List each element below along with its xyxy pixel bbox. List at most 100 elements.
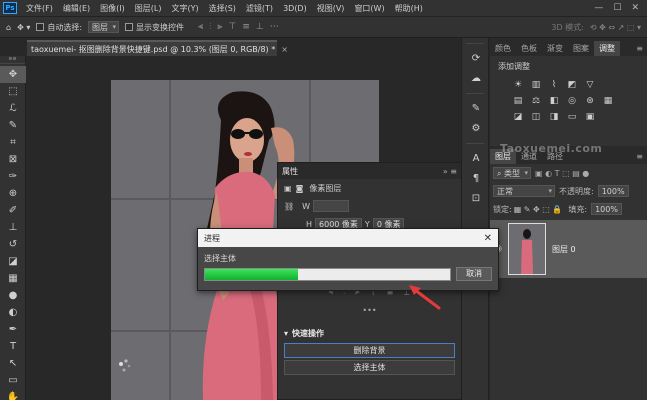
toolbar-grip[interactable]: ▪▪: [0, 56, 25, 64]
marquee-tool-icon[interactable]: ⬚: [0, 83, 26, 100]
properties-panel-icon[interactable]: ⊡: [462, 188, 490, 208]
brightness-icon[interactable]: ☀: [512, 79, 524, 91]
brush-tool-icon[interactable]: ✐: [0, 202, 26, 219]
menu-select[interactable]: 选择(S): [204, 3, 241, 14]
menu-filter[interactable]: 滤镜(T): [241, 3, 278, 14]
align-middle-icon[interactable]: ≡: [242, 22, 250, 32]
rectangle-tool-icon[interactable]: ▭: [0, 372, 26, 389]
posterize-icon[interactable]: ◫: [530, 111, 542, 123]
tab-patterns[interactable]: 图案: [568, 41, 594, 56]
remove-background-button[interactable]: 删除背景: [284, 343, 455, 358]
clone-stamp-icon[interactable]: ⊥: [0, 219, 26, 236]
menu-help[interactable]: 帮助(H): [390, 3, 428, 14]
opacity-field[interactable]: 100%: [597, 185, 629, 197]
history-brush-icon[interactable]: ↺: [0, 236, 26, 253]
lasso-tool-icon[interactable]: ℒ: [0, 100, 26, 117]
healing-brush-icon[interactable]: ⊕: [0, 185, 26, 202]
eyedropper-tool-icon[interactable]: ✑: [0, 168, 26, 185]
fill-field[interactable]: 100%: [591, 203, 622, 215]
align-bottom-icon[interactable]: ⊥: [256, 22, 264, 32]
pen-tool-icon[interactable]: ✒: [0, 321, 26, 338]
hue-saturation-icon[interactable]: ▤: [512, 95, 524, 107]
tab-adjustments[interactable]: 调整: [594, 41, 620, 56]
gradient-map-icon[interactable]: ▭: [566, 111, 578, 123]
transform-row-w: ⛓ W: [278, 197, 461, 215]
menu-layer[interactable]: 图层(L): [130, 3, 167, 14]
history-panel-icon[interactable]: ⟳: [462, 48, 490, 68]
menu-edit[interactable]: 编辑(E): [58, 3, 95, 14]
tab-color[interactable]: 颜色: [490, 41, 516, 56]
align-top-icon[interactable]: ⊤: [228, 22, 236, 32]
align-left-icon[interactable]: ⫷: [198, 22, 203, 32]
auto-select-dropdown[interactable]: 图层: [88, 21, 120, 33]
mask-icon[interactable]: ◙: [296, 184, 304, 193]
link-icon[interactable]: ⛓: [284, 202, 294, 211]
vibrance-icon[interactable]: ▽: [584, 79, 596, 91]
hand-tool-icon[interactable]: ✋: [0, 389, 26, 400]
move-tool-icon[interactable]: ✥: [0, 66, 26, 83]
select-subject-button[interactable]: 选择主体: [284, 360, 455, 375]
layer-filter-dropdown[interactable]: ⌕ 类型: [493, 167, 532, 179]
selective-color-icon[interactable]: ▣: [584, 111, 596, 123]
menu-view[interactable]: 视图(V): [312, 3, 350, 14]
paragraph-panel-icon[interactable]: ¶: [462, 168, 490, 188]
minimize-icon[interactable]: —: [594, 3, 603, 13]
libraries-icon[interactable]: ☁: [462, 68, 490, 88]
path-select-icon[interactable]: ↖: [0, 355, 26, 372]
channel-mixer-icon[interactable]: ⊛: [584, 95, 596, 107]
menu-window[interactable]: 窗口(W): [349, 3, 389, 14]
black-white-icon[interactable]: ◧: [548, 95, 560, 107]
menu-image[interactable]: 图像(I): [95, 3, 130, 14]
type-tool-icon[interactable]: T: [0, 338, 26, 355]
align-center-icon[interactable]: ⫶: [209, 22, 211, 32]
layers-menu-icon[interactable]: ≡: [636, 149, 647, 164]
blur-tool-icon[interactable]: ●: [0, 287, 26, 304]
home-icon[interactable]: ⌂: [6, 23, 11, 32]
adjustments-panel: 添加调整 ☀ ▥ ⌇ ◩ ▽ ▤ ⚖ ◧ ◎ ⊛ ▦ ◪ ◫ ◨ ▭ ▣: [490, 56, 647, 146]
color-balance-icon[interactable]: ⚖: [530, 95, 542, 107]
tab-swatches[interactable]: 色板: [516, 41, 542, 56]
tab-gradients[interactable]: 渐变: [542, 41, 568, 56]
panel-menu-icon[interactable]: ≡: [636, 41, 647, 56]
lock-icons[interactable]: ▦ ✎ ✥ ⬚ 🔒: [514, 205, 563, 214]
layer-filter-row: ⌕ 类型 ▣ ◐ T ⬚ ▤ ●: [490, 164, 647, 182]
close-tab-icon[interactable]: ×: [281, 45, 288, 54]
gradient-tool-icon[interactable]: ▦: [0, 270, 26, 287]
quick-actions-header[interactable]: ▾ 快速操作: [278, 325, 461, 341]
color-lookup-icon[interactable]: ▦: [602, 95, 614, 107]
brush-settings-icon[interactable]: ✎: [462, 98, 490, 118]
frame-tool-icon[interactable]: ⊠: [0, 151, 26, 168]
menu-file[interactable]: 文件(F): [21, 3, 58, 14]
photo-filter-icon[interactable]: ◎: [566, 95, 578, 107]
curves-icon[interactable]: ⌇: [548, 79, 560, 91]
invert-icon[interactable]: ◪: [512, 111, 524, 123]
dodge-tool-icon[interactable]: ◐: [0, 304, 26, 321]
exposure-icon[interactable]: ◩: [566, 79, 578, 91]
adjust-icon[interactable]: ⚙: [462, 118, 490, 138]
show-transform-checkbox[interactable]: [125, 23, 134, 31]
layer-name[interactable]: 图层 0: [552, 244, 576, 255]
properties-menu-icon[interactable]: » ≡: [443, 167, 461, 176]
red-arrow-annotation: [409, 285, 441, 310]
crop-tool-icon[interactable]: ⌗: [0, 134, 26, 151]
menu-3d[interactable]: 3D(D): [278, 4, 312, 13]
cancel-button[interactable]: 取消: [456, 267, 492, 281]
align-right-icon[interactable]: ⫸: [217, 22, 222, 32]
blend-mode-dropdown[interactable]: 正常: [493, 185, 555, 197]
close-window-icon[interactable]: ✕: [631, 3, 639, 13]
move-tool-icon[interactable]: ✥ ▾: [17, 23, 30, 32]
quick-select-tool-icon[interactable]: ✎: [0, 117, 26, 134]
close-icon[interactable]: ✕: [484, 233, 492, 244]
w-field[interactable]: [313, 200, 350, 212]
levels-icon[interactable]: ▥: [530, 79, 542, 91]
auto-select-checkbox[interactable]: [36, 23, 45, 31]
distribute-icon[interactable]: ⋯: [270, 22, 279, 32]
character-panel-icon[interactable]: A: [462, 148, 490, 168]
eraser-tool-icon[interactable]: ◪: [0, 253, 26, 270]
maximize-icon[interactable]: ☐: [613, 3, 621, 13]
filter-type-icons[interactable]: ▣ ◐ T ⬚ ▤ ●: [535, 169, 589, 178]
menu-type[interactable]: 文字(Y): [166, 3, 203, 14]
threshold-icon[interactable]: ◨: [548, 111, 560, 123]
layer-row[interactable]: ◉ 图层 0: [490, 220, 647, 278]
document-tab[interactable]: taoxuemei- 抠图删除背景快捷键.psd @ 10.3% (图层 0, …: [27, 40, 288, 56]
